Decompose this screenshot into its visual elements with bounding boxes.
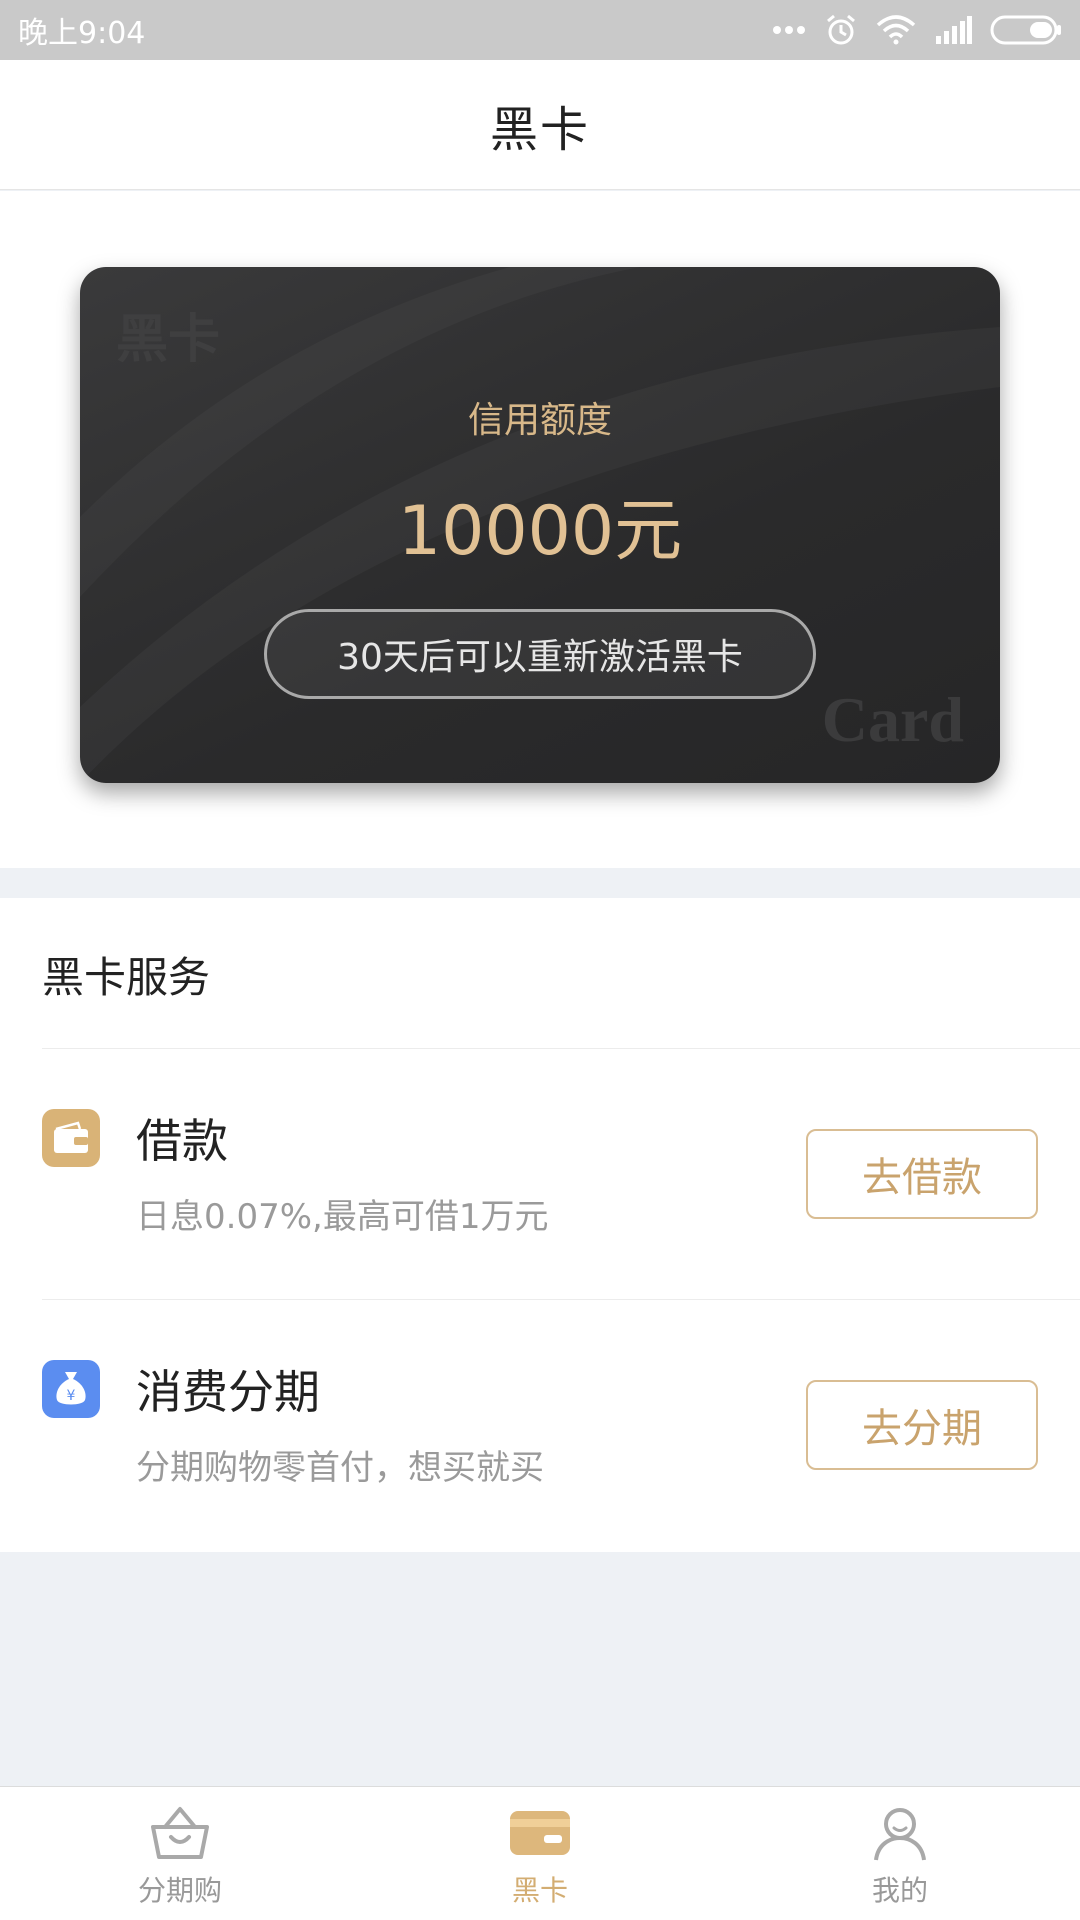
wallet-icon	[42, 1109, 100, 1167]
svg-text:¥: ¥	[67, 1388, 76, 1404]
status-bar: 晚上9:04	[0, 0, 1080, 60]
wifi-icon	[876, 15, 916, 45]
nav-item-black-card[interactable]: 黑卡	[360, 1787, 720, 1920]
page-header: 黑卡	[0, 60, 1080, 190]
black-card: 黑卡 Card 信用额度 10000元 30天后可以重新激活黑卡	[80, 267, 1000, 783]
page-title: 黑卡	[489, 101, 590, 158]
money-bag-icon: ¥	[42, 1360, 100, 1418]
services-section: 黑卡服务 借款 日息0.07%,最高可借1万元 去借款 ¥ 消费分期 分期购物零…	[0, 898, 1080, 1552]
basket-icon	[148, 1803, 212, 1863]
services-title: 黑卡服务	[42, 953, 211, 1002]
alarm-icon	[824, 13, 858, 47]
user-icon	[868, 1803, 932, 1863]
service-row-loan: 借款 日息0.07%,最高可借1万元 去借款	[0, 1049, 1080, 1299]
service-name: 消费分期	[136, 1365, 320, 1419]
signal-icon	[934, 16, 972, 44]
go-loan-button[interactable]: 去借款	[806, 1129, 1038, 1219]
nav-label: 分期购	[137, 1874, 222, 1907]
card-section: 黑卡 Card 信用额度 10000元 30天后可以重新激活黑卡	[0, 191, 1080, 868]
nav-label: 黑卡	[511, 1874, 568, 1907]
service-row-installment: ¥ 消费分期 分期购物零首付，想买就买 去分期	[0, 1300, 1080, 1550]
card-icon	[508, 1803, 572, 1863]
service-description: 日息0.07%,最高可借1万元	[136, 1197, 549, 1237]
more-dots-icon	[772, 25, 806, 35]
bottom-nav: 分期购 黑卡 我的	[0, 1786, 1080, 1920]
credit-limit-label: 信用额度	[467, 400, 612, 441]
reactivate-status-pill: 30天后可以重新激活黑卡	[264, 609, 816, 699]
battery-icon	[990, 15, 1062, 45]
nav-item-mine[interactable]: 我的	[720, 1787, 1080, 1920]
nav-item-installment-shop[interactable]: 分期购	[0, 1787, 360, 1920]
credit-limit-amount: 10000元	[397, 492, 683, 571]
card-watermark-bottom: Card	[821, 684, 964, 755]
nav-label: 我的	[871, 1874, 928, 1907]
card-watermark-top: 黑卡	[116, 309, 221, 370]
go-installment-button[interactable]: 去分期	[806, 1380, 1038, 1470]
status-time: 晚上9:04	[18, 16, 146, 51]
service-description: 分期购物零首付，想买就买	[136, 1448, 544, 1488]
status-icons	[772, 13, 1062, 47]
service-name: 借款	[136, 1114, 228, 1168]
